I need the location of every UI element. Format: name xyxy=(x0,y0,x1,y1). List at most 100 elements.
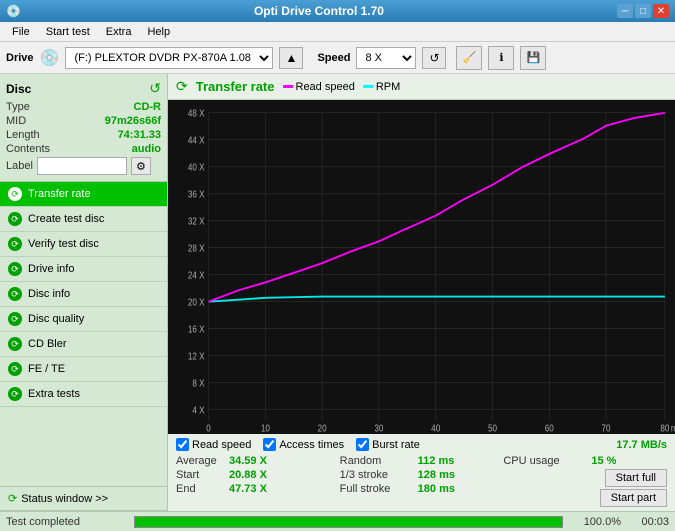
disc-mid-val: 97m26s66f xyxy=(105,115,161,127)
drive-bar: Drive 💿 (F:) PLEXTOR DVDR PX-870A 1.08 ▲… xyxy=(0,42,675,74)
save-button[interactable]: 💾 xyxy=(520,46,546,70)
disc-length-key: Length xyxy=(6,129,40,141)
speed-refresh-button[interactable]: ↺ xyxy=(422,47,446,69)
svg-text:12 X: 12 X xyxy=(188,351,205,362)
status-text: Test completed xyxy=(6,516,126,528)
app-title: Opti Drive Control 1.70 xyxy=(21,4,617,18)
elapsed-time: 00:03 xyxy=(629,516,669,528)
svg-text:70: 70 xyxy=(602,423,611,434)
nav-icon-create-test-disc: ⟳ xyxy=(8,212,22,226)
progress-text: 100.0% xyxy=(571,516,621,528)
chart-header: ⟳ Transfer rate Read speed RPM xyxy=(168,74,675,100)
stat-random-label: Random xyxy=(340,455,410,467)
nav-label-transfer-rate: Transfer rate xyxy=(28,188,91,200)
disc-mid-key: MID xyxy=(6,115,26,127)
legend-magenta-dot xyxy=(283,85,293,88)
menu-item-extra[interactable]: Extra xyxy=(98,24,140,40)
erase-button[interactable]: 🧹 xyxy=(456,46,482,70)
access-times-checkbox[interactable] xyxy=(263,438,276,451)
menu-item-file[interactable]: File xyxy=(4,24,38,40)
legend-read-speed-label: Read speed xyxy=(296,81,355,93)
title-bar: 💿 Opti Drive Control 1.70 ─ □ ✕ xyxy=(0,0,675,22)
nav-icon-transfer-rate: ⟳ xyxy=(8,187,22,201)
nav-label-verify-test-disc: Verify test disc xyxy=(28,238,99,250)
read-speed-checkbox-item: Read speed xyxy=(176,438,251,451)
disc-header: Disc ↺ xyxy=(6,80,161,97)
svg-text:30: 30 xyxy=(374,423,383,434)
svg-text:40: 40 xyxy=(431,423,440,434)
start-full-button[interactable]: Start full xyxy=(605,469,667,487)
info-button[interactable]: ℹ xyxy=(488,46,514,70)
sidebar-item-verify-test-disc[interactable]: ⟳ Verify test disc xyxy=(0,232,167,257)
title-bar-left: 💿 xyxy=(6,4,21,18)
read-speed-checkbox[interactable] xyxy=(176,438,189,451)
disc-label-row: Label ⚙ xyxy=(6,157,161,175)
stat-average: Average 34.59 X xyxy=(176,455,340,467)
nav-icon-fe-te: ⟳ xyxy=(8,362,22,376)
legend-cyan-dot xyxy=(363,85,373,88)
disc-panel: Disc ↺ Type CD-R MID 97m26s66f Length 74… xyxy=(0,74,167,182)
stat-random: Random 112 ms xyxy=(340,455,504,467)
sidebar: Disc ↺ Type CD-R MID 97m26s66f Length 74… xyxy=(0,74,168,511)
stats-area: Read speed Access times Burst rate 17.7 … xyxy=(168,434,675,511)
drive-select[interactable]: (F:) PLEXTOR DVDR PX-870A 1.08 xyxy=(65,47,273,69)
speed-select[interactable]: 1 X2 X4 X8 X16 X24 X32 X40 X48 XMax xyxy=(356,47,416,69)
speed-label: Speed xyxy=(317,52,350,64)
burst-rate-value: 17.7 MB/s xyxy=(616,439,667,451)
sidebar-item-extra-tests[interactable]: ⟳ Extra tests xyxy=(0,382,167,407)
burst-rate-checkbox[interactable] xyxy=(356,438,369,451)
sidebar-item-transfer-rate[interactable]: ⟳ Transfer rate xyxy=(0,182,167,207)
svg-text:44 X: 44 X xyxy=(188,135,205,146)
stat-start: Start 20.88 X xyxy=(176,469,340,481)
nav-label-create-test-disc: Create test disc xyxy=(28,213,104,225)
progress-container xyxy=(134,516,563,528)
eject-button[interactable]: ▲ xyxy=(279,47,303,69)
nav-icon-extra-tests: ⟳ xyxy=(8,387,22,401)
nav-icon-verify-test-disc: ⟳ xyxy=(8,237,22,251)
disc-refresh-icon[interactable]: ↺ xyxy=(149,80,161,97)
maximize-button[interactable]: □ xyxy=(635,4,651,18)
sidebar-item-disc-quality[interactable]: ⟳Disc quality xyxy=(0,307,167,332)
disc-type-row: Type CD-R xyxy=(6,101,161,113)
svg-text:36 X: 36 X xyxy=(188,189,205,200)
sidebar-item-drive-info[interactable]: ⟳Drive info xyxy=(0,257,167,282)
svg-text:40 X: 40 X xyxy=(188,162,205,173)
disc-title: Disc xyxy=(6,82,31,96)
stat-average-label: Average xyxy=(176,455,221,467)
svg-text:32 X: 32 X xyxy=(188,216,205,227)
progress-bar xyxy=(135,517,562,527)
access-times-checkbox-item: Access times xyxy=(263,438,344,451)
nav-label-cd-bler: CD Bler xyxy=(28,338,67,350)
sidebar-item-create-test-disc[interactable]: ⟳ Create test disc xyxy=(0,207,167,232)
sidebar-item-cd-bler[interactable]: ⟳CD Bler xyxy=(0,332,167,357)
drive-label: Drive xyxy=(6,52,34,64)
stats-col-2: Random 112 ms 1/3 stroke 128 ms Full str… xyxy=(340,455,504,507)
title-controls: ─ □ ✕ xyxy=(617,4,669,18)
stat-random-val: 112 ms xyxy=(418,455,468,467)
stat-full-stroke-val: 180 ms xyxy=(418,483,468,495)
minimize-button[interactable]: ─ xyxy=(617,4,633,18)
sidebar-item-disc-info[interactable]: ⟳Disc info xyxy=(0,282,167,307)
chart-refresh-icon: ⟳ xyxy=(176,78,188,95)
menu-item-help[interactable]: Help xyxy=(139,24,178,40)
stat-1-3-stroke-val: 128 ms xyxy=(418,469,468,481)
start-part-button[interactable]: Start part xyxy=(600,489,667,507)
stat-end-label: End xyxy=(176,483,221,495)
stat-1-3-stroke: 1/3 stroke 128 ms xyxy=(340,469,504,481)
sidebar-item-fe-te[interactable]: ⟳FE / TE xyxy=(0,357,167,382)
status-window-label: Status window >> xyxy=(21,493,108,505)
status-window-button[interactable]: ⟳ Status window >> xyxy=(0,486,167,511)
stats-col-1: Average 34.59 X Start 20.88 X End 47.73 … xyxy=(176,455,340,507)
svg-text:60: 60 xyxy=(545,423,554,434)
chart-title: Transfer rate xyxy=(196,79,275,94)
stat-full-stroke-label: Full stroke xyxy=(340,483,410,495)
menu-bar: FileStart testExtraHelp xyxy=(0,22,675,42)
menu-item-start-test[interactable]: Start test xyxy=(38,24,98,40)
nav-label-extra-tests: Extra tests xyxy=(28,388,80,400)
stats-rows: Average 34.59 X Start 20.88 X End 47.73 … xyxy=(176,455,667,507)
label-settings-button[interactable]: ⚙ xyxy=(131,157,151,175)
label-input[interactable] xyxy=(37,157,127,175)
status-bar: Test completed 100.0% 00:03 xyxy=(0,511,675,531)
status-window-icon: ⟳ xyxy=(8,492,17,505)
close-button[interactable]: ✕ xyxy=(653,4,669,18)
